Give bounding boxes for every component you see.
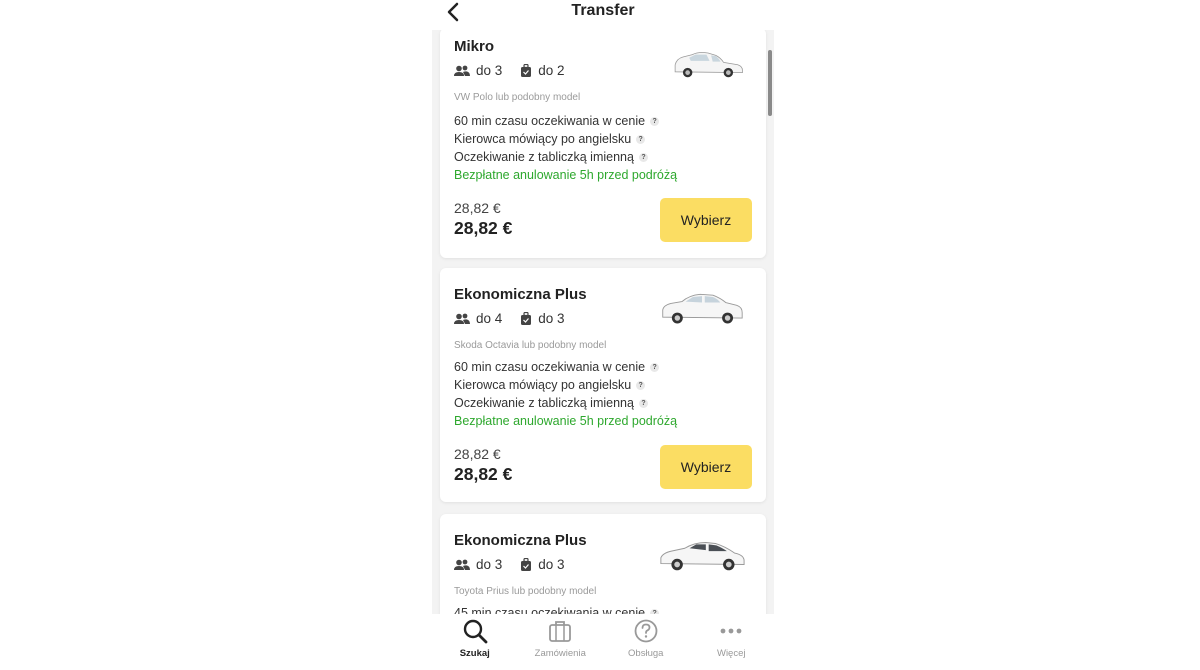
original-price: 28,82 € — [454, 200, 501, 216]
passenger-capacity: do 3 — [454, 557, 502, 572]
tab-label: Więcej — [716, 648, 746, 659]
feature-item: Kierowca mówiący po angielsku? — [454, 130, 677, 148]
feature-item: Oczekiwanie z tabliczką imienną? — [454, 148, 677, 166]
passenger-count: do 3 — [476, 557, 503, 572]
capacity-row: do 4 do 3 — [454, 311, 583, 326]
select-button[interactable]: Wybierz — [660, 445, 752, 489]
car-class-name: Mikro — [454, 38, 495, 55]
briefcase-icon — [549, 621, 572, 642]
page-title: Transfer — [571, 2, 635, 19]
feature-list: 60 min czasu oczekiwania w cenie? Kierow… — [454, 112, 677, 184]
free-cancellation-text: Bezpłatne anulowanie 5h przed podróżą — [454, 168, 678, 182]
luggage-icon — [521, 63, 532, 77]
luggage-count: do 3 — [538, 311, 565, 326]
scrollbar[interactable] — [768, 50, 772, 116]
help-icon[interactable]: ? — [638, 398, 648, 408]
car-model: Skoda Octavia lub podobny model — [454, 340, 607, 351]
feature-list: 45 min czasu oczekiwania w cenie? — [454, 604, 660, 614]
passengers-icon — [454, 65, 470, 76]
feature-item: Oczekiwanie z tabliczką imienną? — [454, 394, 677, 412]
feature-item: 45 min czasu oczekiwania w cenie? — [454, 604, 660, 614]
offer-card: Mikro do 3 do 2 VW Polo lub podobny mode… — [440, 30, 766, 258]
car-image — [662, 293, 743, 324]
luggage-icon — [521, 557, 532, 571]
price: 28,82 € — [454, 218, 513, 238]
tab-search[interactable]: Szukaj — [432, 614, 518, 670]
more-dots-icon — [720, 628, 742, 634]
help-icon[interactable]: ? — [650, 116, 660, 126]
luggage-count: do 2 — [538, 63, 565, 78]
feature-item: 60 min czasu oczekiwania w cenie? — [454, 112, 677, 130]
luggage-capacity: do 3 — [520, 557, 565, 572]
price: 28,82 € — [454, 464, 513, 484]
tab-label: Zamówienia — [534, 648, 586, 659]
car-model: Toyota Prius lub podobny model — [454, 586, 597, 597]
help-circle-icon — [634, 619, 658, 643]
tab-support[interactable]: Obsługa — [603, 614, 689, 670]
car-class-name: Ekonomiczna Plus — [454, 532, 587, 549]
help-icon[interactable]: ? — [650, 362, 660, 372]
help-icon[interactable]: ? — [636, 134, 646, 144]
car-image — [660, 542, 745, 571]
passenger-capacity: do 3 — [454, 63, 502, 78]
bottom-tab-bar: Szukaj Zamówienia Obsługa Więcej — [432, 614, 774, 670]
car-class-name: Ekonomiczna Plus — [454, 286, 587, 303]
passenger-count: do 4 — [476, 311, 503, 326]
tab-label: Obsługa — [628, 648, 664, 659]
offer-list[interactable]: Mikro do 3 do 2 VW Polo lub podobny mode… — [432, 30, 774, 614]
help-icon[interactable]: ? — [638, 152, 648, 162]
luggage-capacity: do 3 — [520, 311, 565, 326]
passengers-icon — [454, 559, 470, 570]
select-button[interactable]: Wybierz — [660, 198, 752, 242]
passengers-icon — [454, 313, 470, 324]
feature-item: 60 min czasu oczekiwania w cenie? — [454, 358, 677, 376]
car-image — [674, 52, 743, 78]
capacity-row: do 3 do 3 — [454, 557, 583, 572]
free-cancellation-text: Bezpłatne anulowanie 5h przed podróżą — [454, 414, 678, 428]
luggage-capacity: do 2 — [520, 63, 565, 78]
tab-label: Szukaj — [459, 648, 490, 659]
help-icon[interactable]: ? — [636, 380, 646, 390]
feature-list: 60 min czasu oczekiwania w cenie? Kierow… — [454, 358, 677, 430]
feature-item: Kierowca mówiący po angielsku? — [454, 376, 677, 394]
passenger-capacity: do 4 — [454, 311, 502, 326]
offer-card: Ekonomiczna Plus do 3 do 3 Toyota Prius … — [440, 514, 766, 614]
search-icon — [463, 619, 488, 644]
tab-more[interactable]: Więcej — [689, 614, 775, 670]
capacity-row: do 3 do 2 — [454, 63, 583, 78]
luggage-icon — [521, 311, 532, 325]
top-bar: Transfer — [432, 0, 774, 30]
original-price: 28,82 € — [454, 446, 501, 462]
luggage-count: do 3 — [538, 557, 565, 572]
car-model: VW Polo lub podobny model — [454, 92, 581, 103]
tab-orders[interactable]: Zamówienia — [518, 614, 604, 670]
app-screen: Transfer Mikro do 3 do 2 VW Polo lub pod… — [432, 0, 774, 670]
passenger-count: do 3 — [476, 63, 503, 78]
offer-card: Ekonomiczna Plus do 4 do 3 Skoda Octavia… — [440, 268, 766, 502]
